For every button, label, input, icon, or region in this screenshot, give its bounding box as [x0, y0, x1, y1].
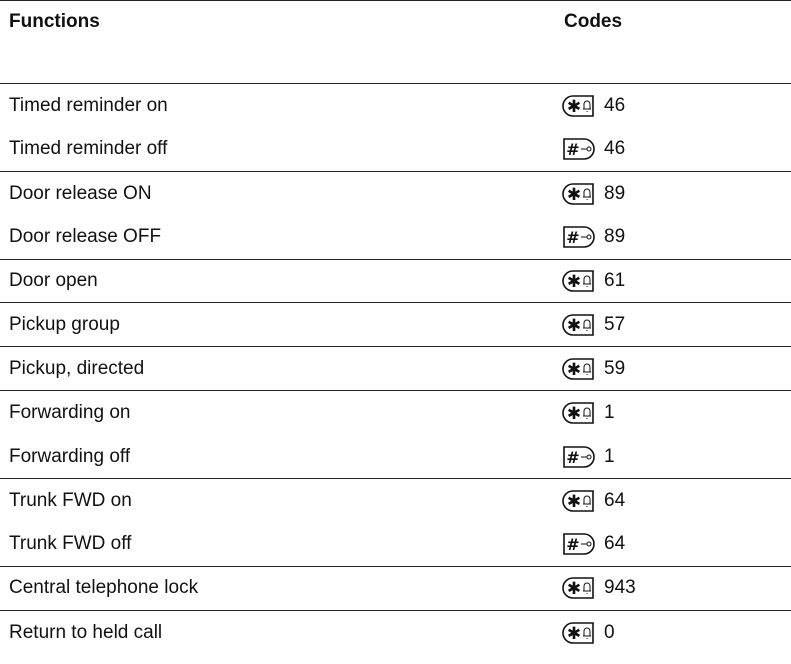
code-number: 89	[604, 182, 626, 204]
function-label: Door release ON	[9, 182, 152, 204]
function-label: Door release OFF	[9, 226, 162, 248]
svg-text:✱: ✱	[567, 404, 581, 424]
code-cell: ✱ 57	[561, 313, 625, 337]
star-key-icon: ✱	[561, 94, 596, 118]
table-row: Return to held call ✱ 0	[0, 611, 791, 655]
code-number: 64	[604, 533, 626, 555]
svg-text:✱: ✱	[567, 360, 581, 380]
svg-text:✱: ✱	[567, 579, 581, 599]
table-row: Forwarding on ✱ 1	[0, 391, 791, 435]
svg-text:✱: ✱	[567, 316, 581, 336]
table-row: Door release ON ✱ 89	[0, 172, 791, 216]
table-row: Door release OFF #89	[0, 216, 791, 260]
star-key-icon: ✱	[561, 313, 596, 337]
code-cell: ✱ 64	[561, 489, 625, 513]
table-row: Central telephone lock ✱ 943	[0, 567, 791, 611]
code-cell: #1	[561, 445, 615, 469]
star-key-icon: ✱	[561, 576, 596, 600]
code-cell: ✱ 0	[561, 621, 615, 645]
code-cell: ✱ 61	[561, 269, 625, 293]
svg-text:✱: ✱	[567, 97, 581, 117]
function-label: Trunk FWD off	[9, 533, 132, 555]
function-label: Forwarding off	[9, 445, 131, 467]
function-label: Door open	[9, 270, 98, 292]
svg-text:✱: ✱	[567, 492, 581, 512]
code-cell: #64	[561, 532, 625, 556]
function-label: Central telephone lock	[9, 577, 199, 599]
svg-text:#: #	[566, 228, 579, 247]
code-number: 61	[604, 270, 626, 292]
svg-text:#: #	[566, 140, 579, 159]
code-cell: ✱ 943	[561, 576, 636, 600]
hash-key-icon: #	[561, 445, 596, 469]
code-number: 0	[604, 621, 615, 643]
table-row: Pickup group ✱ 57	[0, 304, 791, 348]
hash-key-icon: #	[561, 532, 596, 556]
table-row: Timed reminder off #46	[0, 128, 791, 172]
header-codes: Codes	[564, 11, 623, 32]
code-cell: ✱ 59	[561, 357, 625, 381]
function-label: Return to held call	[9, 621, 163, 643]
function-label: Forwarding on	[9, 402, 131, 424]
table-row: Timed reminder on ✱ 46	[0, 84, 791, 128]
star-key-icon: ✱	[561, 357, 596, 381]
star-key-icon: ✱	[561, 269, 596, 293]
code-number: 1	[604, 402, 615, 424]
table-row: Trunk FWD on ✱ 64	[0, 479, 791, 523]
svg-text:#: #	[566, 535, 579, 554]
function-label: Timed reminder off	[9, 138, 168, 160]
star-key-icon: ✱	[561, 182, 596, 206]
svg-text:✱: ✱	[567, 272, 581, 292]
svg-text:#: #	[566, 448, 579, 467]
hash-key-icon: #	[561, 225, 596, 249]
function-label: Timed reminder on	[9, 94, 168, 116]
code-number: 46	[604, 138, 626, 160]
code-number: 59	[604, 357, 626, 379]
function-label: Pickup, directed	[9, 357, 145, 379]
star-key-icon: ✱	[561, 621, 596, 645]
code-cell: #46	[561, 137, 625, 161]
code-number: 943	[604, 577, 636, 599]
table-header: Functions Codes	[0, 0, 791, 84]
star-key-icon: ✱	[561, 489, 596, 513]
star-key-icon: ✱	[561, 401, 596, 425]
code-number: 64	[604, 490, 626, 512]
table-row: Forwarding off #1	[0, 435, 791, 480]
code-cell: ✱ 89	[561, 182, 625, 206]
code-number: 57	[604, 313, 626, 335]
code-cell: ✱ 46	[561, 94, 625, 118]
function-label: Pickup group	[9, 313, 120, 335]
table-row: Pickup, directed ✱ 59	[0, 347, 791, 392]
code-cell: #89	[561, 225, 625, 249]
table-row: Trunk FWD off #64	[0, 523, 791, 567]
svg-text:✱: ✱	[567, 185, 581, 205]
code-number: 1	[604, 445, 615, 467]
header-functions: Functions	[9, 11, 100, 32]
code-cell: ✱ 1	[561, 401, 615, 425]
svg-text:✱: ✱	[567, 624, 581, 644]
hash-key-icon: #	[561, 137, 596, 161]
code-number: 46	[604, 94, 626, 116]
table-row: Door open ✱ 61	[0, 260, 791, 304]
code-number: 89	[604, 226, 626, 248]
function-label: Trunk FWD on	[9, 490, 132, 512]
